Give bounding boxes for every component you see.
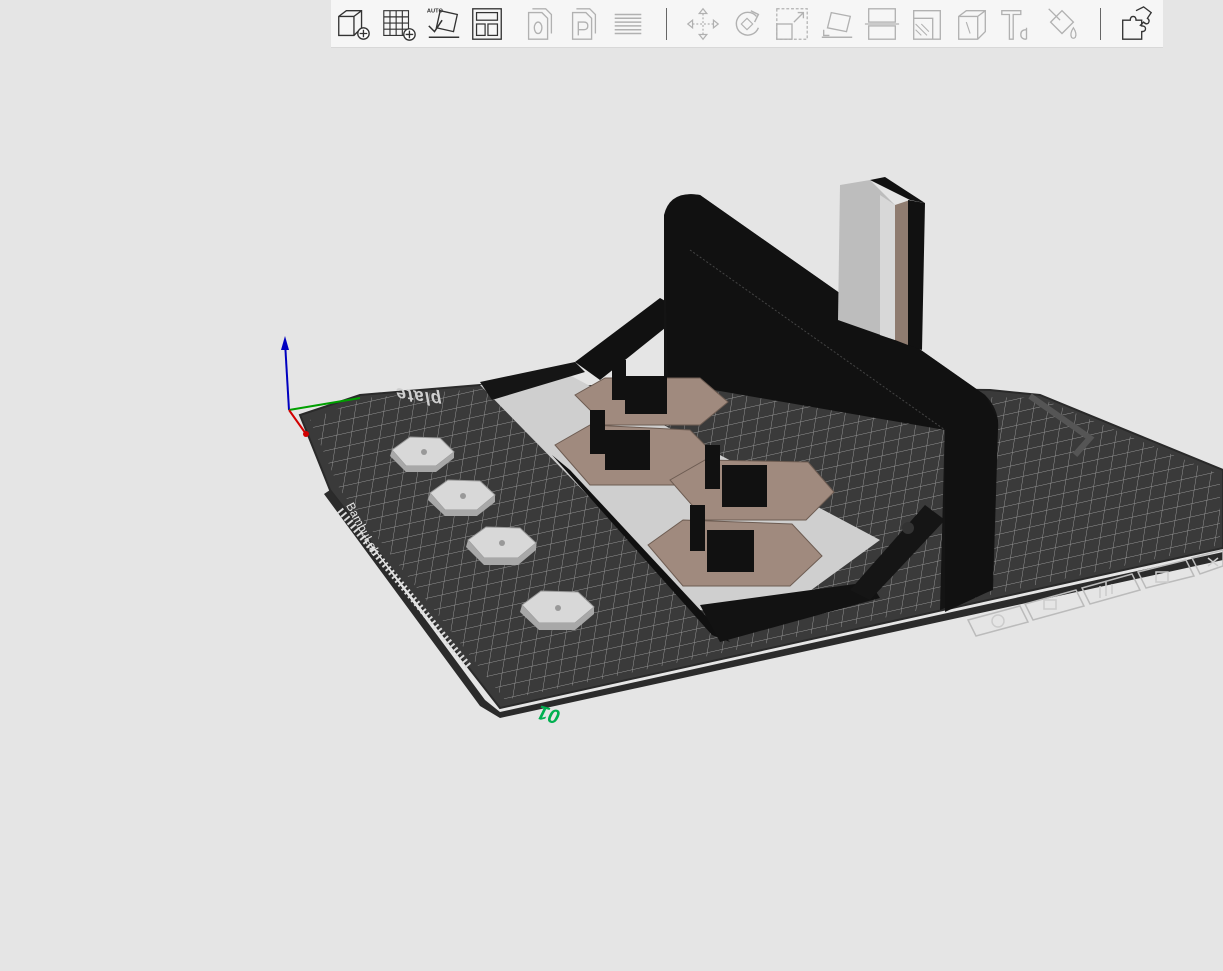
build-scene[interactable] [0,0,1223,971]
z-axis [284,341,290,411]
card-model [838,177,925,350]
orient-icon [1043,599,1057,610]
settings-icon [991,614,1005,628]
